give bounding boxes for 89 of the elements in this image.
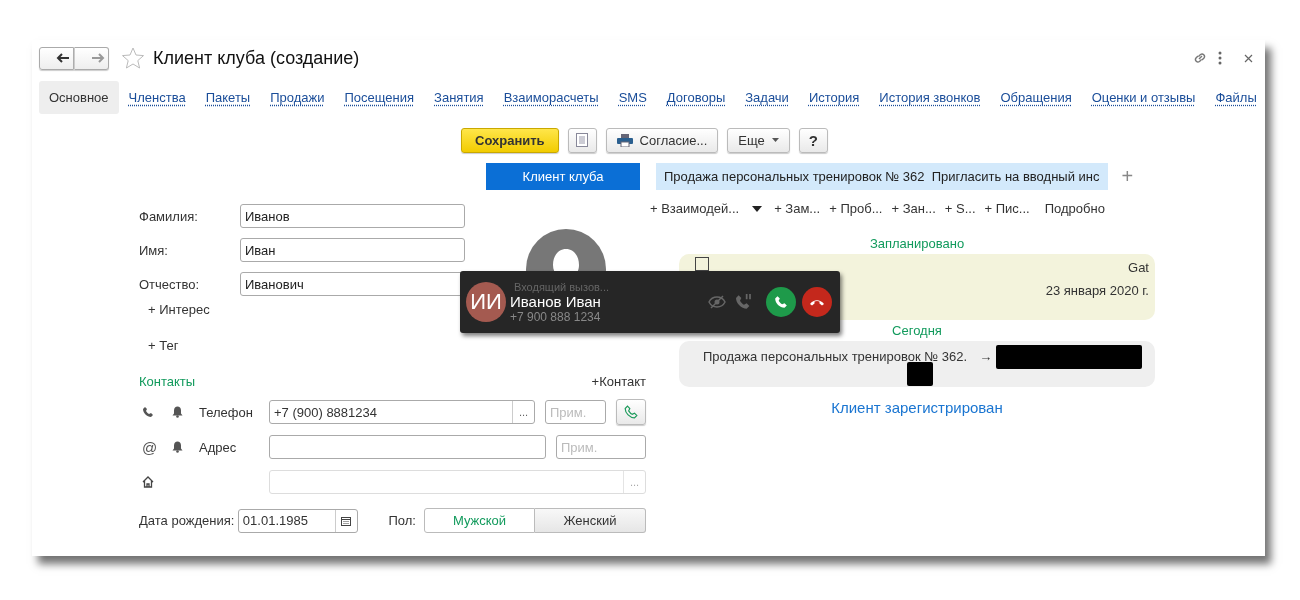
section-tab[interactable]: Членства (118, 80, 196, 114)
answer-call-button[interactable] (766, 287, 796, 317)
add-action-link[interactable]: + Зам... (774, 201, 821, 216)
section-tab[interactable]: Занятия (424, 80, 494, 114)
add-action-link[interactable]: + Зан... (891, 201, 936, 216)
arrow-right-icon (90, 53, 105, 63)
field-label: Имя: (139, 242, 169, 258)
date-text: 23 января 2020 г. (1045, 283, 1149, 298)
more-button[interactable]: Еще (727, 127, 790, 153)
section-tab[interactable]: Обращения (990, 80, 1082, 114)
printer-icon (616, 133, 633, 147)
section-tab[interactable]: Пакеты (195, 80, 261, 114)
add-contact-link[interactable]: +Контакт (591, 374, 646, 389)
caret-icon (771, 138, 779, 142)
section-tab[interactable]: Договоры (656, 80, 736, 114)
caller-phone: +7 900 888 1234 (510, 309, 602, 324)
add-action-link[interactable]: + Пис... (984, 201, 1030, 216)
document-icon (576, 133, 589, 147)
hold-call-icon[interactable] (736, 294, 752, 310)
arrow-left-icon (55, 53, 70, 63)
date-field[interactable]: 01.01.1985 (237, 508, 358, 533)
event-card[interactable]: Продажа персональных тренировок № 362. → (679, 341, 1155, 387)
document-button[interactable] (567, 127, 597, 153)
field-label: Телефон (199, 404, 254, 420)
hang-up-icon (809, 298, 825, 306)
phone-icon (142, 406, 154, 418)
panel-tab[interactable]: Клиент клуба (486, 163, 640, 190)
section-tab[interactable]: Взаиморасчеты (493, 80, 609, 114)
section-title: Контакты (139, 374, 196, 389)
add-action-link[interactable]: + Взаимодей... (650, 201, 740, 216)
section-tab[interactable]: SMS (608, 80, 657, 114)
note-field[interactable]: Прим. (556, 435, 646, 459)
consent-button[interactable]: Согласие... (605, 127, 719, 153)
section-tab[interactable]: Задачи (735, 80, 799, 114)
author-text: Gat (1128, 260, 1149, 275)
status-text: Клиент зарегистрирован (830, 399, 1004, 416)
details-link[interactable]: Подробно (1044, 201, 1105, 216)
section-tab[interactable]: История (798, 80, 870, 114)
add-action-link[interactable]: + S... (944, 201, 976, 216)
field-label: Адрес (199, 439, 238, 455)
redaction-block (907, 362, 933, 386)
decline-call-button[interactable] (802, 287, 832, 317)
section-tab[interactable]: Продажи (260, 80, 335, 114)
section-tab[interactable]: Файлы (1205, 80, 1267, 114)
note-field[interactable]: Прим. (545, 400, 606, 424)
add-action-link[interactable]: + Проб... (829, 201, 883, 216)
field-label: Фамилия: (139, 208, 199, 224)
section-tab[interactable]: История звонков (869, 80, 991, 114)
section-tab[interactable]: Посещения (334, 80, 425, 114)
close-icon[interactable] (1244, 53, 1253, 63)
house-icon (142, 476, 154, 488)
save-button[interactable]: Сохранить (461, 127, 559, 153)
gender-option[interactable]: Женский (535, 508, 646, 533)
add-link[interactable]: + Тег (148, 338, 646, 353)
text-field[interactable]: Иванов (240, 204, 465, 228)
section-tab[interactable]: Основное (39, 80, 119, 114)
panel-tab[interactable]: Продажа персональных тренировок № 362 Пригласить на вводный инс (656, 163, 1108, 190)
link-icon[interactable] (1192, 50, 1208, 66)
text-field[interactable]: Иван (240, 238, 465, 262)
back-button[interactable] (39, 46, 74, 70)
star-icon[interactable] (121, 46, 145, 70)
timeline-heading: Запланировано (868, 236, 966, 251)
bell-icon (172, 441, 183, 453)
more-icon[interactable] (1218, 51, 1222, 65)
gender-option[interactable]: Мужской (424, 508, 535, 533)
phone-field[interactable]: +7 (900) 8881234 ... (269, 400, 535, 424)
call-status-text: Входящий вызов... (514, 280, 611, 293)
field-label: Отчество: (139, 276, 201, 292)
email-icon: @ (142, 438, 158, 456)
bell-icon (172, 406, 183, 418)
task-checkbox[interactable] (695, 257, 709, 271)
window-title: Клиент клуба (создание) (153, 47, 360, 69)
caller-avatar: ИИ (466, 282, 506, 322)
timeline-heading: Сегодня (891, 323, 943, 338)
field-label: Дата рождения: (139, 513, 236, 528)
arrow-text: → (979, 349, 993, 364)
caller-name: Иванов Иван (510, 292, 602, 310)
add-tab-button[interactable]: + (1117, 165, 1138, 188)
hidden-eye-icon[interactable] (708, 295, 726, 309)
phone-icon (624, 405, 638, 419)
calendar-icon[interactable] (341, 515, 351, 526)
event-text: Продажа персональных тренировок № 362. (703, 349, 968, 364)
phone-icon (774, 295, 788, 309)
help-button[interactable]: ? (798, 127, 828, 153)
call-button[interactable] (616, 399, 646, 425)
email-field[interactable] (269, 435, 546, 459)
section-tab[interactable]: Оценки и отзывы (1081, 80, 1206, 114)
field-label: Пол: (388, 513, 416, 528)
dropdown-icon[interactable] (752, 205, 763, 212)
